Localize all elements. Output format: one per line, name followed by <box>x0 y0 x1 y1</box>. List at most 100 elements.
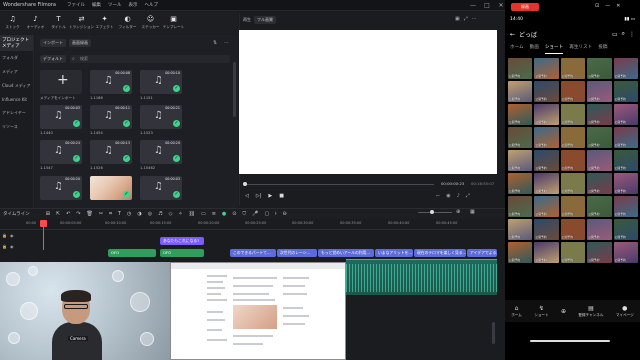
green-clip[interactable]: OFO <box>108 249 156 257</box>
lock-icon[interactable]: 🔒 <box>2 244 7 249</box>
sidebar-item-influence-kit[interactable]: Influence Kit <box>0 93 33 106</box>
short-thumbnail[interactable]: 公開予約 <box>508 104 533 125</box>
cast-icon[interactable]: ▭ <box>612 31 618 38</box>
short-thumbnail[interactable]: 公開予約 <box>560 173 586 194</box>
seek-handle[interactable] <box>243 182 247 186</box>
media-tile[interactable]: ♫ 00:00:03 ✓ 1-1440 <box>40 105 82 135</box>
volume-icon[interactable]: ♪ <box>457 193 460 199</box>
prev-frame-icon[interactable]: ◁ <box>245 193 249 199</box>
short-thumbnail[interactable]: 公開予約 <box>587 242 612 263</box>
nav-home[interactable]: ⌂ ホーム <box>511 305 522 318</box>
media-tile[interactable]: ♫ 00:00:03 ✓ <box>140 176 182 200</box>
short-thumbnail[interactable]: 公開予約 <box>508 81 533 102</box>
short-thumbnail[interactable]: 公開予約 <box>508 150 533 171</box>
mic-icon[interactable]: 🎤 <box>252 211 258 217</box>
zoom-in-icon[interactable]: ⊕ <box>456 209 460 215</box>
short-thumbnail[interactable]: 公開予約 <box>560 127 586 148</box>
short-thumbnail[interactable]: 公開予約 <box>587 150 612 171</box>
record-button[interactable]: 録画 <box>511 3 539 11</box>
menu-file[interactable]: ファイル <box>67 2 85 8</box>
short-thumbnail[interactable]: 公開予約 <box>587 58 612 79</box>
short-thumbnail[interactable]: 公開予約 <box>613 150 638 171</box>
media-tile[interactable]: ♫ 00:00:10 ✓ 1-1151 <box>140 70 182 100</box>
more-icon[interactable]: ⋯ <box>224 40 229 46</box>
crop-icon[interactable]: ⌗ <box>109 211 112 217</box>
short-thumbnail[interactable]: 公開予約 <box>534 242 559 263</box>
link-icon[interactable]: ⛓ <box>189 211 195 217</box>
zoom-out-icon[interactable]: ⊖ <box>283 211 287 217</box>
preview-canvas[interactable] <box>239 30 497 174</box>
more-vert-icon[interactable]: ⋮ <box>629 31 635 38</box>
snapshot-icon[interactable]: ▣ <box>455 16 460 22</box>
toolbar-template[interactable]: ▣ テンプレート <box>163 12 184 34</box>
toolbar-filter[interactable]: ◐ フィルター <box>117 12 138 34</box>
nav-mypage[interactable]: ● マイページ <box>616 305 634 318</box>
media-tile[interactable]: ♫ 00:00:20 ✓ 1-10462 <box>140 140 182 170</box>
toolbar-transition[interactable]: ⇄ トランジション <box>69 12 94 34</box>
short-thumbnail[interactable]: 公開予約 <box>508 196 533 217</box>
cut-icon[interactable]: ✂ <box>99 211 103 217</box>
media-tile-photo[interactable]: ✓ <box>90 176 132 200</box>
minimize-icon[interactable]: — <box>469 2 477 9</box>
short-thumbnail[interactable]: 公開予約 <box>560 219 586 240</box>
short-thumbnail[interactable]: 公開予約 <box>560 58 586 79</box>
folder-dropdown[interactable]: デフォルト <box>40 55 66 63</box>
short-thumbnail[interactable]: 公開予約 <box>534 173 559 194</box>
green-clip[interactable]: OFO <box>160 249 204 257</box>
import-dropdown[interactable]: インポート <box>40 39 66 47</box>
short-thumbnail[interactable]: 公開予約 <box>508 127 533 148</box>
short-thumbnail[interactable]: 公開予約 <box>587 104 612 125</box>
nav-create[interactable]: ⊕ <box>561 308 566 315</box>
title-clip[interactable]: あなたもこれになる? <box>160 237 204 245</box>
toolbar-sticker[interactable]: ☺ ステッカー <box>140 12 161 34</box>
stop-icon[interactable]: ■ <box>279 193 284 199</box>
short-thumbnail[interactable]: 公開予約 <box>613 242 638 263</box>
short-thumbnail[interactable]: 公開予約 <box>534 150 559 171</box>
short-thumbnail[interactable]: 公開予約 <box>587 196 612 217</box>
fullscreen-icon[interactable]: ⤢ <box>464 16 468 22</box>
short-thumbnail[interactable]: 公開予約 <box>613 196 638 217</box>
audio-detach-icon[interactable]: ♬ <box>158 211 162 217</box>
short-thumbnail[interactable]: 公開予約 <box>613 58 638 79</box>
sidebar-header[interactable]: プロジェクトメディア <box>0 35 33 51</box>
play-icon[interactable]: ▶ <box>268 193 272 199</box>
video-clip[interactable]: このできるパートて... <box>230 249 276 257</box>
quality-dropdown[interactable]: フル画質 <box>254 16 276 24</box>
timeline-ruler[interactable]: 00:00 00:00:05:00 00:00:10:00 00:00:15:0… <box>0 220 505 230</box>
short-thumbnail[interactable]: 公開予約 <box>534 58 559 79</box>
media-tile[interactable]: ♫ 00:00:13 ✓ 1-1526 <box>90 140 132 170</box>
video-clip[interactable]: 現在のテロマを楽しく見る... <box>414 249 466 257</box>
short-thumbnail[interactable]: 公開予約 <box>534 81 559 102</box>
menu-edit[interactable]: 編集 <box>92 2 101 8</box>
timeline-zoom-slider[interactable] <box>418 212 452 213</box>
short-thumbnail[interactable]: 公開予約 <box>560 104 586 125</box>
close-icon[interactable]: ✕ <box>497 2 505 9</box>
speed-icon[interactable]: ◷ <box>127 211 131 217</box>
sidebar-item-cloud[interactable]: Cloud メディア <box>0 79 33 93</box>
short-thumbnail[interactable]: 公開予約 <box>508 219 533 240</box>
more-icon[interactable]: ⋯ <box>472 16 477 22</box>
import-tile[interactable]: + メディアをインポート <box>40 70 82 101</box>
lock-icon[interactable]: 🔒 <box>2 233 7 238</box>
short-thumbnail[interactable]: 公開予約 <box>534 104 559 125</box>
video-clip[interactable]: いまなアリットを... <box>375 249 413 257</box>
adjust-icon[interactable]: ≡ <box>212 211 216 217</box>
media-tile[interactable]: ♫ 00:00:08 ✓ 1-1166 <box>90 70 132 100</box>
maximize-icon[interactable]: □ <box>483 2 491 9</box>
toolbar-effects[interactable]: ✦ エフェクト <box>94 12 115 34</box>
step-back-icon[interactable]: ▷| <box>256 193 262 199</box>
video-clip[interactable]: 次世代のレーシ... <box>277 249 317 257</box>
timeline-scrollbar[interactable] <box>492 322 495 344</box>
search-icon[interactable]: ⌕ <box>622 30 625 38</box>
short-thumbnail[interactable]: 公開予約 <box>560 242 586 263</box>
redo-icon[interactable]: ↷ <box>76 211 80 217</box>
nav-shorts[interactable]: ↯ ショート <box>534 305 548 318</box>
short-thumbnail[interactable]: 公開予約 <box>587 173 612 194</box>
sparkle-icon[interactable]: ✧ <box>178 211 182 217</box>
grid-icon[interactable]: ⊞ <box>46 211 50 217</box>
short-thumbnail[interactable]: 公開予約 <box>587 81 612 102</box>
short-thumbnail[interactable]: 公開予約 <box>534 196 559 217</box>
tab-posts[interactable]: 投稿 <box>598 44 607 54</box>
menu-help[interactable]: ヘルプ <box>144 2 158 8</box>
media-tile[interactable]: ♫ 00:00:24 ✓ 1-1547 <box>40 140 82 170</box>
